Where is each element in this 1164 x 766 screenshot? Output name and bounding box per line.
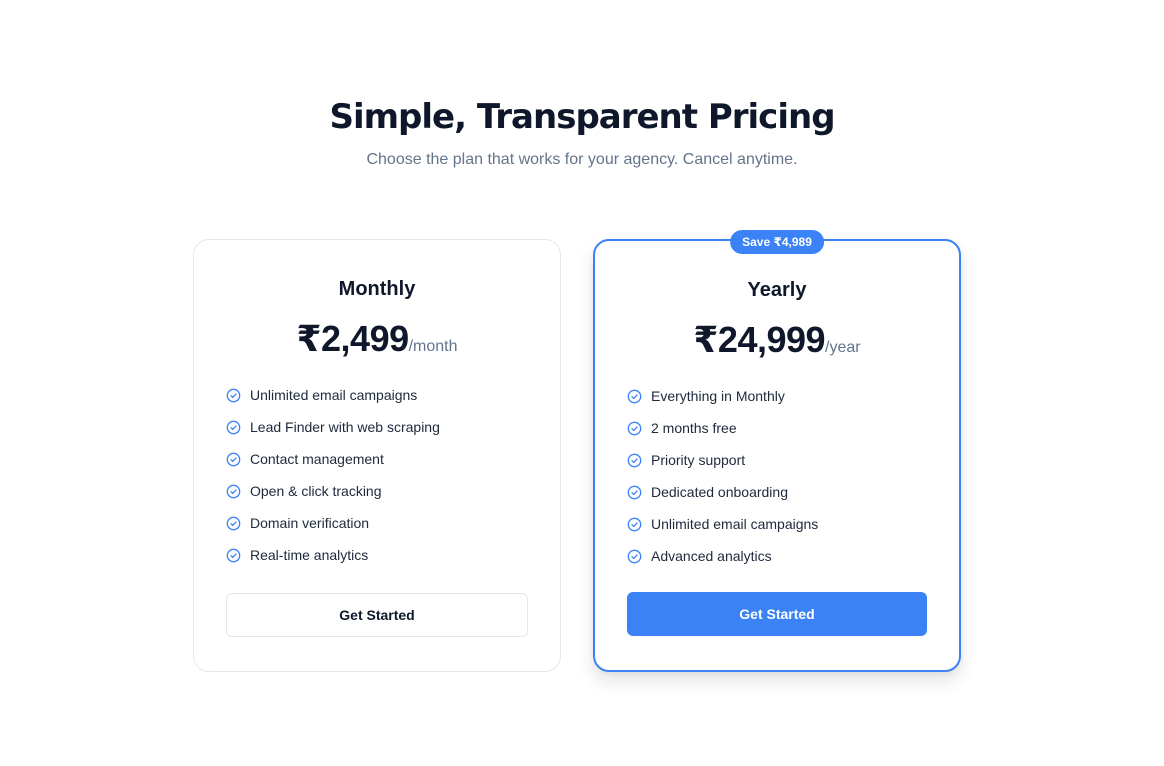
feature-label: Contact management: [250, 451, 384, 467]
check-circle-icon: [627, 453, 642, 467]
plan-card-monthly: Monthly ₹2,499/month Unlimited email cam…: [193, 239, 561, 672]
feature-item: Open & click tracking: [226, 475, 528, 507]
pricing-header: Simple, Transparent Pricing Choose the p…: [0, 94, 1164, 170]
feature-label: Unlimited email campaigns: [250, 387, 418, 403]
pricing-page: Simple, Transparent Pricing Choose the p…: [0, 0, 1164, 766]
feature-item: Unlimited email campaigns: [627, 508, 927, 540]
feature-list: Everything in Monthly 2 months free Prio…: [627, 380, 927, 572]
feature-list: Unlimited email campaigns Lead Finder wi…: [226, 379, 528, 571]
feature-item: 2 months free: [627, 412, 927, 444]
plan-price: ₹24,999: [693, 319, 826, 360]
plan-name: Yearly: [747, 279, 807, 301]
check-circle-icon: [226, 452, 241, 466]
feature-label: Lead Finder with web scraping: [250, 419, 440, 435]
check-circle-icon: [226, 388, 241, 402]
feature-label: 2 months free: [651, 420, 737, 436]
page-title: Simple, Transparent Pricing: [329, 97, 835, 137]
feature-label: Dedicated onboarding: [651, 484, 788, 500]
check-circle-icon: [627, 421, 642, 435]
get-started-button-monthly[interactable]: Get Started: [226, 593, 528, 637]
price-row: ₹24,999/year: [627, 318, 927, 362]
feature-label: Open & click tracking: [250, 483, 382, 499]
feature-label: Real-time analytics: [250, 547, 369, 563]
feature-item: Lead Finder with web scraping: [226, 411, 528, 443]
feature-item: Real-time analytics: [226, 539, 528, 571]
price-row: ₹2,499/month: [226, 317, 528, 361]
feature-item: Contact management: [226, 443, 528, 475]
plan-period: /year: [825, 339, 861, 356]
check-circle-icon: [627, 389, 642, 403]
plan-period: /month: [408, 338, 458, 355]
feature-label: Everything in Monthly: [651, 388, 785, 404]
feature-label: Domain verification: [250, 515, 370, 531]
savings-badge: Save ₹4,989: [730, 230, 824, 254]
check-circle-icon: [226, 548, 241, 562]
check-circle-icon: [627, 517, 642, 531]
feature-item: Dedicated onboarding: [627, 476, 927, 508]
plan-card-yearly: Save ₹4,989 Yearly ₹24,999/year Everythi…: [593, 230, 961, 672]
check-circle-icon: [226, 516, 241, 530]
get-started-button-yearly[interactable]: Get Started: [627, 592, 927, 636]
plan-name: Monthly: [338, 278, 416, 300]
feature-item: Priority support: [627, 444, 927, 476]
feature-label: Advanced analytics: [651, 548, 772, 564]
feature-item: Advanced analytics: [627, 540, 927, 572]
check-circle-icon: [226, 420, 241, 434]
check-circle-icon: [226, 484, 241, 498]
feature-item: Everything in Monthly: [627, 380, 927, 412]
page-subtitle: Choose the plan that works for your agen…: [366, 151, 798, 168]
feature-label: Unlimited email campaigns: [651, 516, 819, 532]
check-circle-icon: [627, 485, 642, 499]
feature-label: Priority support: [651, 452, 746, 468]
feature-item: Unlimited email campaigns: [226, 379, 528, 411]
check-circle-icon: [627, 549, 642, 563]
feature-item: Domain verification: [226, 507, 528, 539]
plan-price: ₹2,499: [296, 318, 409, 359]
